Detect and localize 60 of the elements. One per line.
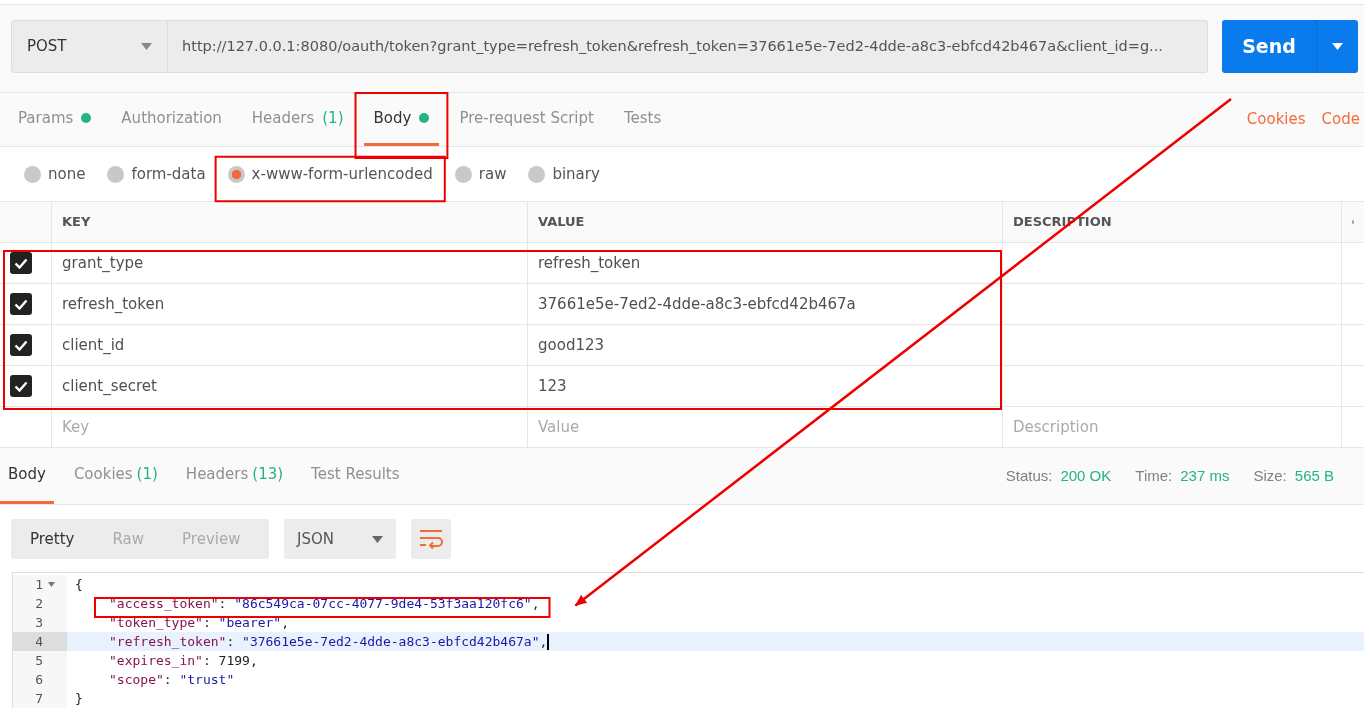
column-header: VALUE [528,202,1003,243]
wrap-lines-button[interactable] [411,519,451,559]
code-line: "token_type": "bearer", [109,616,290,629]
check-icon [14,257,28,269]
url-field[interactable]: http://127.0.0.1:8080/oauth/token?grant_type=refresh_token&refresh_token=37661e5e-7ed2-4dde-a8c3-ebfcd42b467a&client_id=g... [168,20,1208,73]
line-number: 7 [35,689,43,708]
input-field[interactable]: Key [62,415,517,439]
checkbox[interactable] [10,252,32,274]
stat-value: 237 ms [1180,465,1230,486]
stat-label: Status: [1005,465,1053,486]
table-cell[interactable]: 37661e5e-7ed2-4dde-a8c3-ebfcd42b467a [528,284,1003,325]
response-tab[interactable]: Body [0,448,54,504]
checkbox[interactable] [10,375,32,397]
radio-option[interactable]: raw [454,162,507,186]
code-line: "scope": "trust" [109,673,235,686]
check-icon [14,380,28,392]
input-field[interactable]: Value [538,415,992,439]
stat-label: Time: [1135,465,1173,486]
line-number: 4 [35,632,43,651]
wrap-lines-icon [419,528,443,550]
table-cell[interactable]: refresh_token [52,284,528,325]
stat-label: Size: [1253,465,1287,486]
code-line: "access_token": "86c549ca-07cc-4077-9de4-53f3aa120fc6", [109,597,540,610]
view-mode-tab[interactable]: Pretty [11,519,94,559]
caret-icon [141,43,152,50]
method-dropdown[interactable]: POST [11,20,168,73]
checkbox[interactable] [10,293,32,315]
code-line: { [75,578,83,591]
check-icon [14,298,28,310]
caret-icon [1332,43,1343,50]
request-tab[interactable]: Body [363,93,440,146]
radio-option[interactable]: none [24,162,86,186]
table-cell[interactable]: grant_type [52,243,528,284]
check-icon [14,339,28,351]
send-button[interactable]: Send [1222,20,1316,73]
line-number: 5 [35,651,43,670]
table-cell[interactable]: 123 [528,366,1003,407]
column-header: KEY [52,202,528,243]
input-field[interactable]: Description [1013,415,1331,439]
radio-option[interactable]: binary [528,162,600,186]
code-line: } [75,692,83,705]
radio-option[interactable]: x-www-form-urlencoded [227,162,433,186]
radio-option[interactable]: form-data [107,162,206,186]
fold-icon[interactable] [48,581,55,587]
line-number: 2 [35,594,43,613]
table-cell[interactable]: client_id [52,325,528,366]
code-line: "refresh_token": "37661e5e-7ed2-4dde-a8c3-ebfcd42b467a", [109,635,548,648]
stat-value: 200 OK [1060,465,1112,486]
format-dropdown[interactable]: JSON [284,519,396,559]
line-number: 1 [35,575,43,594]
code-line: "expires_in": 7199, [109,654,258,667]
line-number: 3 [35,613,43,632]
line-number: 6 [35,670,43,689]
table-cell[interactable]: good123 [528,325,1003,366]
text-cursor [547,633,550,650]
caret-icon [372,535,383,543]
stat-value: 565 B [1294,465,1334,486]
checkbox[interactable] [10,334,32,356]
table-cell[interactable]: client_secret [52,366,528,407]
table-cell[interactable]: refresh_token [528,243,1003,284]
